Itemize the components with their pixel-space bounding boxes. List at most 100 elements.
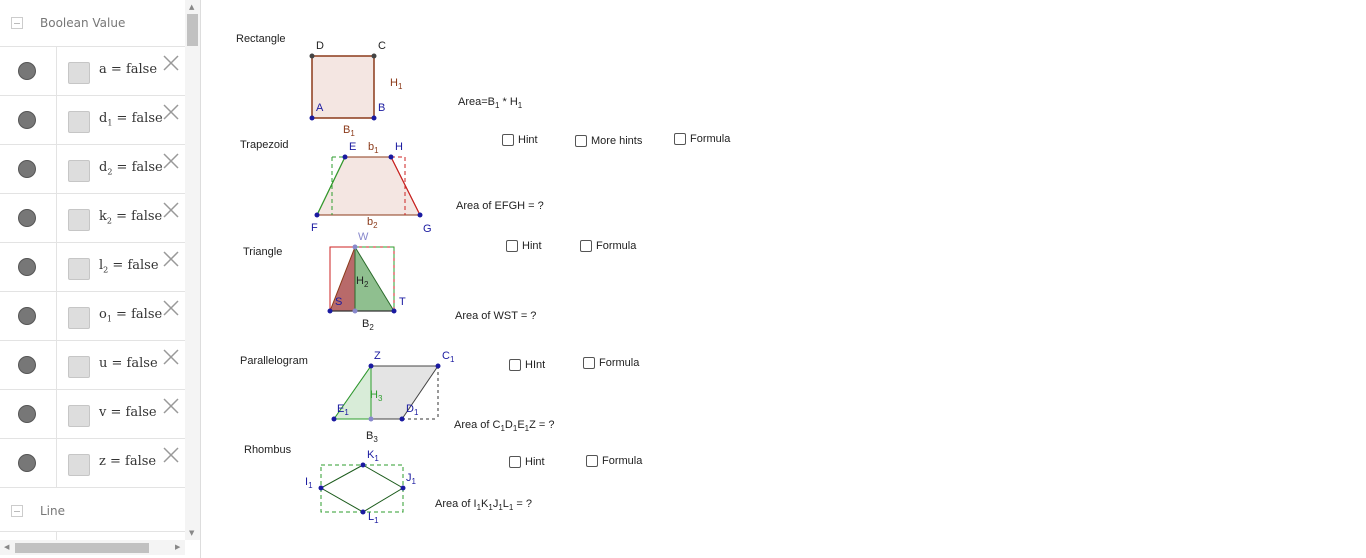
group-header-boolean[interactable]: Boolean Value	[0, 0, 185, 46]
point-label-E: E	[349, 141, 357, 153]
collapse-icon[interactable]	[11, 505, 23, 517]
checkbox-icon	[575, 135, 587, 147]
checkbox-icon	[502, 134, 514, 146]
delete-icon[interactable]	[162, 103, 180, 121]
expression-text[interactable]: z = false	[99, 454, 156, 471]
point-label-D1: D1	[406, 403, 419, 418]
visibility-toggle-icon[interactable]	[18, 258, 36, 276]
triangle-formula-checkbox[interactable]: Formula	[580, 240, 636, 252]
delete-icon[interactable]	[162, 397, 180, 415]
point-label-A: A	[316, 102, 324, 114]
point-label-Z: Z	[374, 350, 381, 362]
delete-icon[interactable]	[162, 446, 180, 464]
parallelogram-formula-checkbox[interactable]: Formula	[583, 357, 639, 369]
visibility-toggle-icon[interactable]	[18, 209, 36, 227]
scroll-down-icon[interactable]: ▼	[189, 529, 194, 537]
algebra-row-o1[interactable]: o1 = false	[0, 291, 185, 341]
algebra-row-d2[interactable]: d2 = false	[0, 144, 185, 194]
graphics-view[interactable]: Rectangle D C A B H1 B1 Area=B1 * H1 Tra…	[208, 0, 1366, 558]
algebra-row-u[interactable]: u = false	[0, 340, 185, 390]
expression-text[interactable]: k2 = false	[99, 209, 162, 226]
delete-icon[interactable]	[162, 54, 180, 72]
trapezoid-formula-checkbox[interactable]: Formula	[674, 133, 730, 145]
visibility-toggle-icon[interactable]	[18, 62, 36, 80]
base-label-b2: b2	[367, 216, 378, 231]
height-label-H1: H1	[390, 77, 403, 92]
expression-text[interactable]: l2 = false	[99, 258, 159, 275]
trapezoid-shape	[314, 154, 423, 218]
visibility-toggle-icon[interactable]	[18, 356, 36, 374]
visibility-column	[0, 390, 57, 439]
point-D1	[399, 416, 405, 422]
visibility-column	[0, 439, 57, 488]
point-label-K1: K1	[367, 449, 379, 464]
visibility-column	[0, 292, 57, 341]
point-J1	[400, 485, 406, 491]
scroll-right-icon[interactable]: ▶	[175, 543, 180, 551]
vertical-scroll-thumb[interactable]	[187, 14, 198, 46]
boolean-checkbox[interactable]	[68, 258, 90, 280]
triangle-area-question: Area of WST = ?	[455, 310, 537, 322]
boolean-checkbox[interactable]	[68, 160, 90, 182]
rhombus-hint-checkbox[interactable]: Hint	[509, 456, 545, 468]
scroll-left-icon[interactable]: ◀	[4, 543, 9, 551]
drawing-canvas[interactable]	[208, 0, 1366, 558]
algebra-row-l2[interactable]: l2 = false	[0, 242, 185, 292]
checkbox-icon	[586, 455, 598, 467]
expression-text[interactable]: u = false	[99, 356, 158, 373]
group-label-line: Line	[40, 504, 66, 518]
vertical-scrollbar[interactable]	[185, 0, 200, 540]
delete-icon[interactable]	[162, 201, 180, 219]
delete-icon[interactable]	[162, 348, 180, 366]
point-label-W: W	[358, 231, 369, 243]
expression-text[interactable]: a = false	[99, 62, 157, 79]
algebra-row-k2[interactable]: k2 = false	[0, 193, 185, 243]
rhombus-formula-checkbox[interactable]: Formula	[586, 455, 642, 467]
visibility-toggle-icon[interactable]	[18, 111, 36, 129]
delete-icon[interactable]	[162, 299, 180, 317]
horizontal-scroll-thumb[interactable]	[15, 543, 149, 553]
visibility-column	[0, 341, 57, 390]
boolean-checkbox[interactable]	[68, 356, 90, 378]
visibility-toggle-icon[interactable]	[18, 454, 36, 472]
boolean-checkbox[interactable]	[68, 405, 90, 427]
point-label-C: C	[378, 40, 386, 52]
triangle-left-part	[329, 246, 356, 312]
triangle-hint-checkbox[interactable]: Hint	[506, 240, 542, 252]
algebra-row-z[interactable]: z = false	[0, 438, 185, 488]
collapse-icon[interactable]	[11, 17, 23, 29]
group-header-line[interactable]: Line	[0, 487, 185, 534]
visibility-toggle-icon[interactable]	[18, 160, 36, 178]
algebra-row-v[interactable]: v = false	[0, 389, 185, 439]
boolean-checkbox[interactable]	[68, 111, 90, 133]
point-G	[417, 212, 423, 218]
boolean-checkbox[interactable]	[68, 62, 90, 84]
checkbox-icon	[583, 357, 595, 369]
scroll-up-icon[interactable]: ▲	[189, 3, 194, 11]
expression-text[interactable]: d2 = false	[99, 160, 163, 177]
expression-text[interactable]: d1 = false	[99, 111, 163, 128]
delete-icon[interactable]	[162, 250, 180, 268]
algebra-row-d1[interactable]: d1 = false	[0, 95, 185, 145]
algebra-view[interactable]: Boolean Value a = false d1 = false d2 = fa…	[0, 0, 201, 558]
delete-icon[interactable]	[162, 152, 180, 170]
point-S	[327, 308, 333, 314]
parallelogram-area-question: Area of C1D1E1Z = ?	[454, 419, 555, 434]
boolean-checkbox[interactable]	[68, 307, 90, 329]
boolean-checkbox[interactable]	[68, 209, 90, 231]
visibility-toggle-icon[interactable]	[18, 307, 36, 325]
point-W	[352, 244, 358, 250]
expression-text[interactable]: v = false	[99, 405, 157, 422]
trapezoid-more-hints-checkbox[interactable]: More hints	[575, 135, 642, 147]
boolean-checkbox[interactable]	[68, 454, 90, 476]
rectangle-title: Rectangle	[236, 33, 286, 45]
visibility-toggle-icon[interactable]	[18, 405, 36, 423]
parallelogram-hint-checkbox[interactable]: HInt	[509, 359, 545, 371]
trapezoid-hint-checkbox[interactable]: Hint	[502, 134, 538, 146]
visibility-column	[0, 47, 57, 96]
checkbox-icon	[509, 359, 521, 371]
algebra-row-a[interactable]: a = false	[0, 46, 185, 96]
point-foot	[352, 308, 358, 314]
rhombus-polygon	[319, 464, 404, 513]
expression-text[interactable]: o1 = false	[99, 307, 162, 324]
